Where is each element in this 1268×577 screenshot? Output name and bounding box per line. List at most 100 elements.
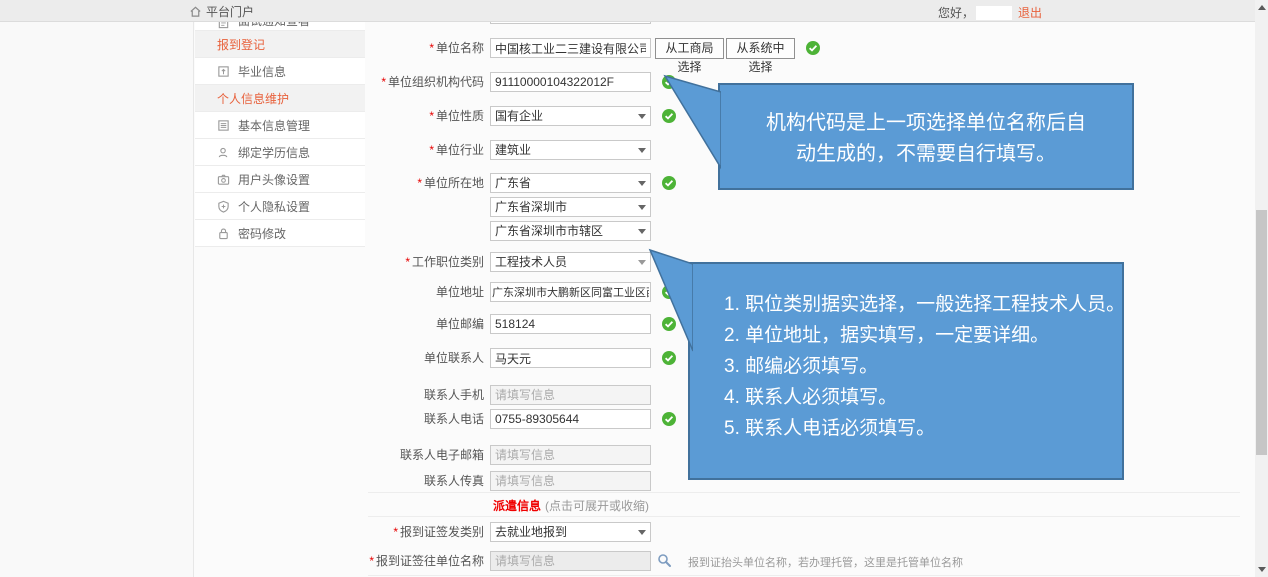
required-mark: * (429, 41, 434, 55)
user-icon (217, 146, 230, 159)
chevron-down-icon (638, 114, 646, 119)
sidebar-item-label: 基本信息管理 (238, 117, 310, 134)
top-bar: 平台门户 您好， 退出 (0, 0, 1268, 22)
sidebar-item-label: 个人信息维护 (217, 90, 289, 107)
required-mark: * (369, 554, 374, 568)
required-mark: * (429, 109, 434, 123)
home-icon (189, 5, 202, 18)
contact-mobile-input[interactable] (490, 385, 651, 405)
sidebar-item-label: 报到登记 (217, 36, 265, 53)
portal-title: 平台门户 (206, 3, 254, 20)
search-icon[interactable] (657, 553, 672, 568)
field-label: 单位所在地 (424, 176, 484, 190)
sidebar-item-personal-info[interactable]: 个人信息维护 (195, 85, 365, 112)
required-mark: * (381, 75, 386, 89)
annotation-callout-org-code: 机构代码是上一项选择单位名称后自 动生成的，不需要自行填写。 (718, 83, 1134, 190)
field-label: 单位联系人 (424, 351, 484, 365)
required-mark: * (393, 525, 398, 539)
form-row-company-name: *单位名称 从工商局选择 从系统中选择 (0, 38, 1268, 58)
chevron-down-icon (638, 181, 646, 186)
scrollbar-thumb[interactable] (1256, 210, 1267, 455)
sidebar-item-bind-education[interactable]: 绑定学历信息 (195, 139, 365, 166)
sidebar-item-avatar-settings[interactable]: 用户头像设置 (195, 166, 365, 193)
sidebar-item-label: 个人隐私设置 (238, 198, 310, 215)
field-label: 联系人电话 (424, 412, 484, 426)
greeting-text: 您好， (938, 4, 974, 21)
sidebar-item-label: 绑定学历信息 (238, 144, 310, 161)
sidebar-item-label: 毕业信息 (238, 63, 286, 80)
valid-check-icon (806, 41, 820, 55)
field-hint: 报到证抬头单位名称，若办理托管，这里是托管单位名称 (688, 554, 963, 570)
field-label: 工作职位类别 (412, 255, 484, 269)
list-icon (217, 119, 230, 132)
sidebar-item-privacy-settings[interactable]: 个人隐私设置 (195, 193, 365, 220)
scrollbar-track[interactable] (1255, 0, 1268, 577)
callout-tail (658, 68, 721, 173)
divider-line (368, 516, 1240, 517)
report-cert-type-select[interactable]: 去就业地报到 (490, 522, 651, 542)
dispatch-info-note: (点击可展开或收缩) (545, 497, 649, 514)
scrollbar-up-arrow-icon[interactable] (1258, 5, 1266, 10)
field-label: 单位组织机构代码 (388, 75, 484, 89)
region-city-select[interactable]: 广东省深圳市 (490, 197, 651, 217)
region-district-select[interactable]: 广东省深圳市市辖区 (490, 221, 651, 241)
scrollbar-down-arrow-icon[interactable] (1258, 567, 1266, 572)
field-label: 联系人电子邮箱 (400, 448, 484, 462)
form-row-region-district: 广东省深圳市市辖区 (0, 221, 1268, 241)
field-label: 联系人手机 (424, 388, 484, 402)
shield-icon (217, 200, 230, 213)
job-category-select[interactable]: 工程技术人员 (490, 252, 651, 272)
field-label: 单位邮编 (436, 317, 484, 331)
sidebar-item-registration[interactable]: 报到登记 (195, 31, 365, 58)
chevron-down-icon (638, 229, 646, 234)
contact-person-input[interactable] (490, 348, 651, 368)
company-name-input[interactable] (490, 38, 651, 58)
lock-icon (217, 227, 230, 240)
region-province-select[interactable]: 广东省 (490, 173, 651, 193)
required-mark: * (405, 255, 410, 269)
field-label: 报到证签往单位名称 (376, 554, 484, 568)
industry-select[interactable]: 建筑业 (490, 140, 651, 160)
redacted-username (976, 6, 1012, 20)
portal-title-wrap: 平台门户 (189, 3, 254, 19)
annotation-callout-instructions: 1. 职位类别据实选择，一般选择工程技术人员。 2. 单位地址，据实填写，一定要… (688, 262, 1124, 480)
company-address-input[interactable] (490, 282, 651, 302)
field-label: 单位名称 (436, 41, 484, 55)
report-cert-company-input[interactable] (490, 551, 651, 571)
callout-tail (645, 246, 693, 354)
dispatch-info-toggle[interactable]: 派遣信息 (493, 497, 541, 514)
system-select-button[interactable]: 从系统中选择 (726, 38, 795, 59)
page: 平台门户 您好， 退出 面试通知查看 报到登记 毕业信息 (0, 0, 1268, 577)
sidebar: 面试通知查看 报到登记 毕业信息 个人信息维护 基本信息管理 (195, 8, 365, 247)
divider-line (368, 492, 1240, 493)
graduate-upload-icon (217, 65, 230, 78)
contact-email-input[interactable] (490, 445, 651, 465)
required-mark: * (417, 176, 422, 190)
org-code-input[interactable] (490, 72, 651, 92)
field-label: 报到证签发类别 (400, 525, 484, 539)
postcode-input[interactable] (490, 314, 651, 334)
sidebar-item-graduation-info[interactable]: 毕业信息 (195, 58, 365, 85)
chevron-down-icon (638, 530, 646, 535)
form-row-report-cert-type: *报到证签发类别 去就业地报到 (0, 522, 1268, 542)
field-label: 单位地址 (436, 285, 484, 299)
form-row-report-cert-company: *报到证签往单位名称 (0, 551, 1268, 571)
sidebar-item-change-password[interactable]: 密码修改 (195, 220, 365, 247)
contact-fax-input[interactable] (490, 471, 651, 491)
sidebar-item-label: 用户头像设置 (238, 171, 310, 188)
biz-bureau-select-button[interactable]: 从工商局选择 (655, 38, 724, 59)
valid-check-icon (662, 412, 676, 426)
divider-line (368, 575, 1240, 576)
valid-check-icon (662, 176, 676, 190)
contact-phone-input[interactable] (490, 409, 651, 429)
field-label: 联系人传真 (424, 474, 484, 488)
company-nature-select[interactable]: 国有企业 (490, 106, 651, 126)
chevron-down-icon (638, 148, 646, 153)
form-row-region-city: 广东省深圳市 (0, 197, 1268, 217)
sidebar-item-label: 密码修改 (238, 225, 286, 242)
chevron-down-icon (638, 205, 646, 210)
field-label: 单位行业 (436, 143, 484, 157)
logout-link[interactable]: 退出 (1018, 4, 1042, 21)
sidebar-item-basic-info[interactable]: 基本信息管理 (195, 112, 365, 139)
field-label: 单位性质 (436, 109, 484, 123)
